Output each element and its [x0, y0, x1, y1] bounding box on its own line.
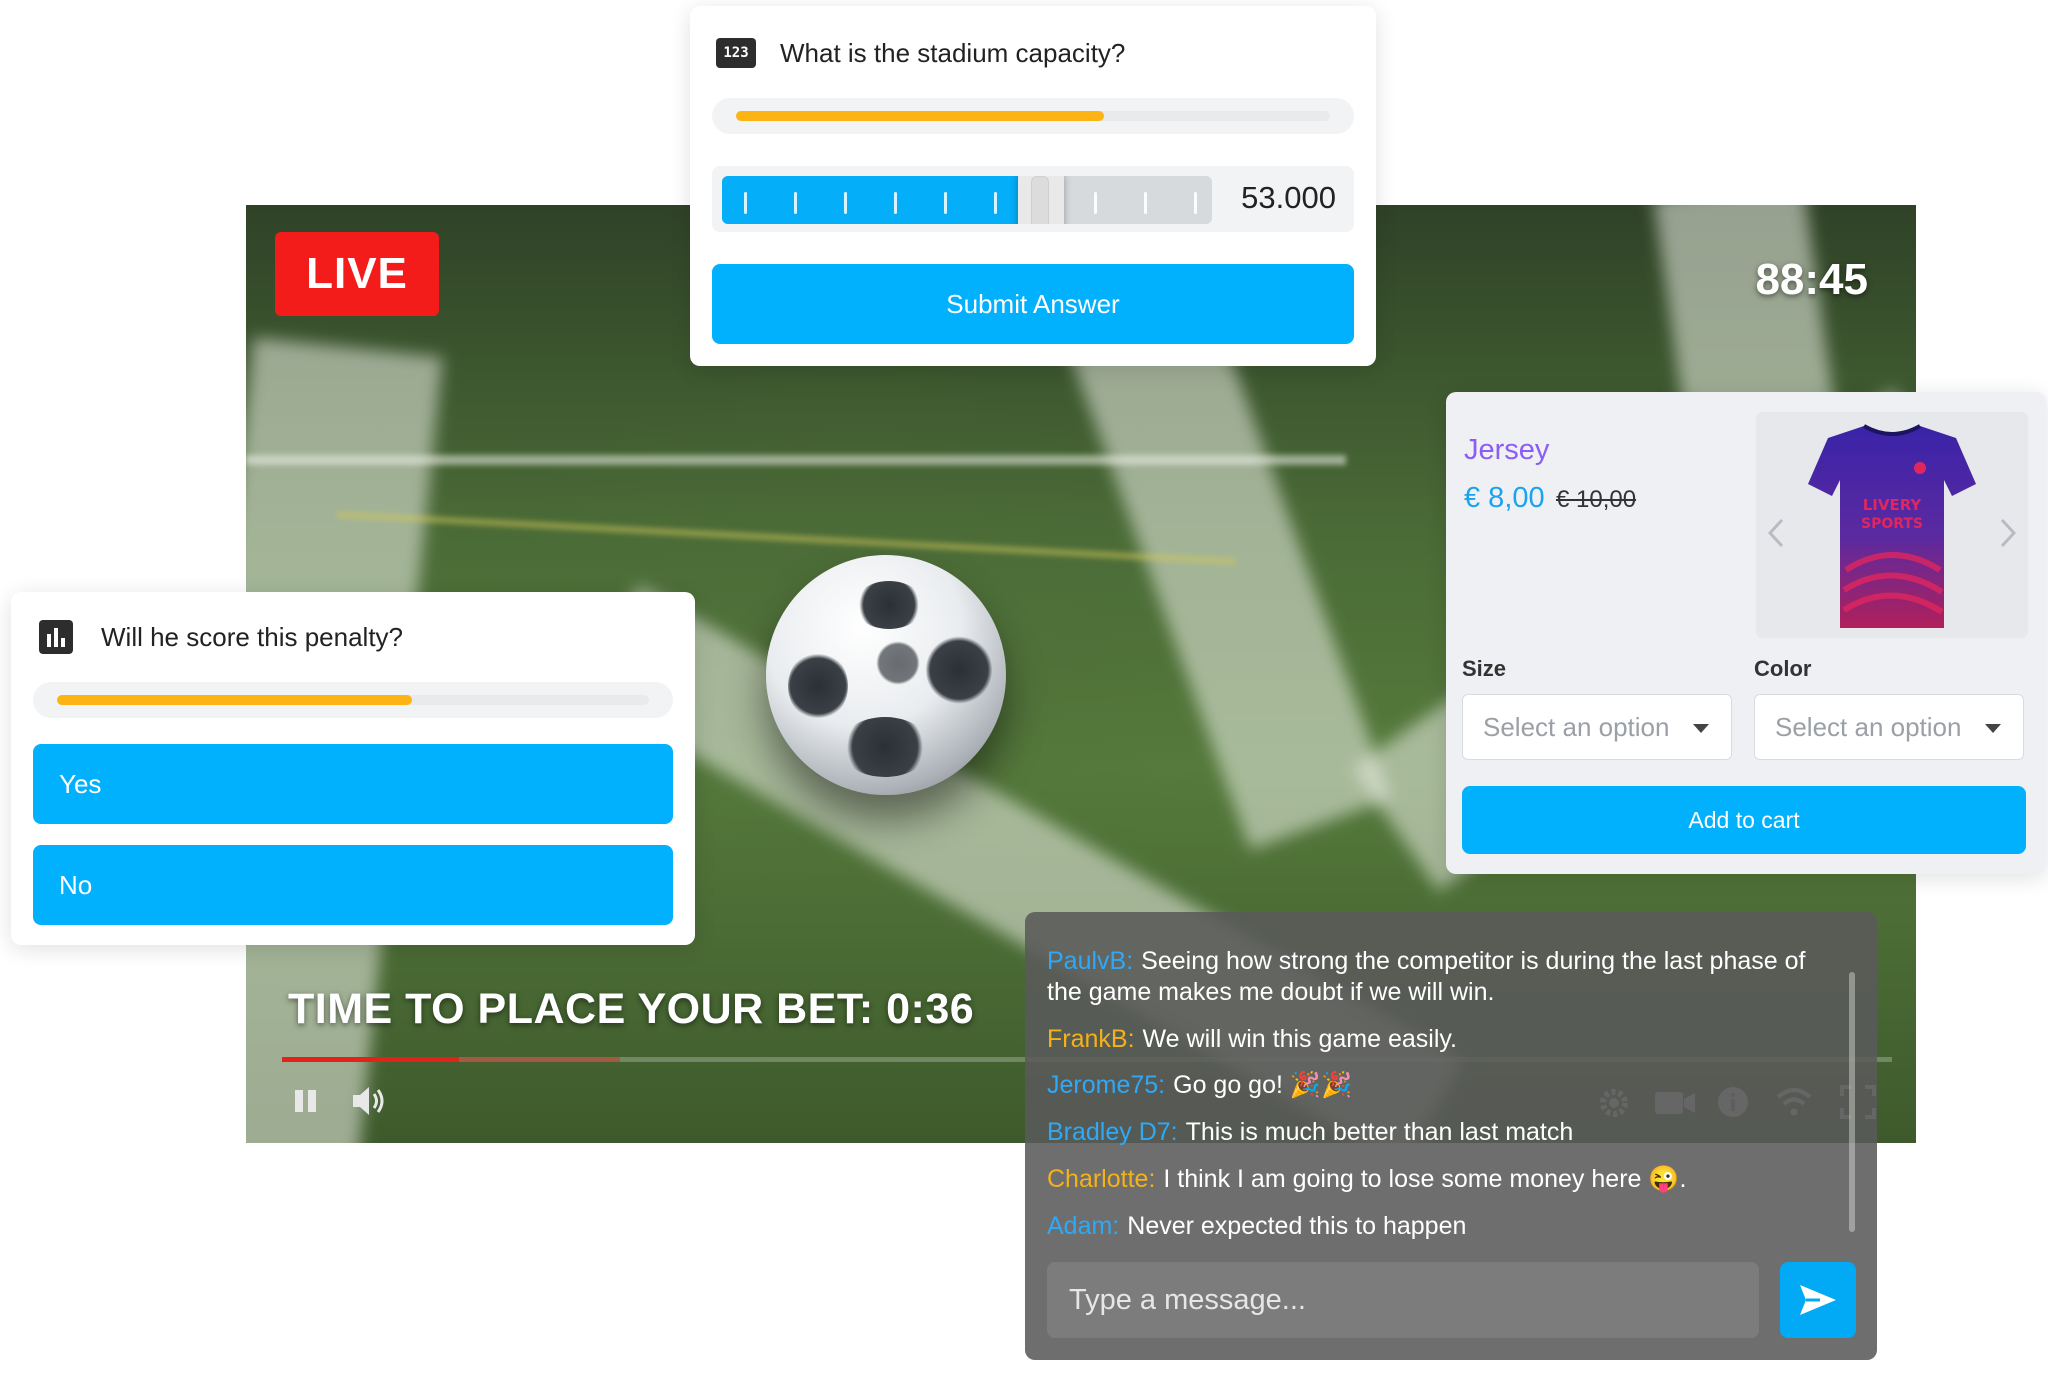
- chat-scrollbar[interactable]: [1849, 972, 1855, 1232]
- chat-message: Jerome75: Go go go! 🎉🎉: [1047, 1070, 1847, 1101]
- question-timer-fill: [736, 111, 1105, 121]
- question-title: What is the stadium capacity?: [780, 38, 1126, 68]
- volume-icon[interactable]: [351, 1084, 387, 1118]
- send-button[interactable]: [1780, 1262, 1856, 1338]
- penalty-question-card: Will he score this penalty? Yes No: [11, 592, 695, 945]
- chat-panel: PaulvB: Seeing how strong the competitor …: [1025, 912, 1877, 1360]
- slider-tick: [994, 192, 997, 214]
- slider-tick: [794, 192, 797, 214]
- chat-text: Go go go! 🎉🎉: [1173, 1071, 1353, 1099]
- capacity-slider-box: 53.000: [712, 166, 1354, 232]
- jersey-text-2: SPORTS: [1861, 516, 1923, 532]
- chat-message: Charlotte: I think I am going to lose som…: [1047, 1164, 1847, 1195]
- slider-handle[interactable]: [1018, 176, 1064, 224]
- question-timer-fill: [57, 695, 413, 705]
- chat-message: Adam: Never expected this to happen: [1047, 1211, 1847, 1242]
- chat-username[interactable]: Bradley D7:: [1047, 1118, 1178, 1146]
- chat-username[interactable]: FrankB:: [1047, 1025, 1135, 1053]
- chat-text: I think I am going to lose some money he…: [1163, 1165, 1687, 1193]
- match-timer: 88:45: [1755, 255, 1868, 304]
- chat-text: We will win this game easily.: [1142, 1025, 1457, 1053]
- chat-message: FrankB: We will win this game easily.: [1047, 1024, 1847, 1055]
- question-timer-bar: [33, 682, 673, 718]
- number-123-icon: 123: [716, 38, 756, 68]
- answer-yes-button[interactable]: Yes: [33, 744, 673, 824]
- jersey-text-1: LIVERY: [1863, 496, 1923, 514]
- chat-username[interactable]: Charlotte:: [1047, 1165, 1155, 1193]
- product-old-price: € 10,00: [1556, 486, 1637, 513]
- chevron-down-icon: [1693, 724, 1709, 733]
- slider-tick: [1094, 192, 1097, 214]
- product-card: Jersey € 8,00 € 10,00 LIVERY SPORTS Size…: [1446, 392, 2046, 874]
- slider-tick: [1194, 192, 1197, 214]
- answer-no-button[interactable]: No: [33, 845, 673, 925]
- chevron-down-icon: [1985, 724, 2001, 733]
- add-to-cart-button[interactable]: Add to cart: [1462, 786, 2026, 854]
- chat-text: This is much better than last match: [1185, 1118, 1574, 1146]
- football: [766, 555, 1006, 795]
- question-title: Will he score this penalty?: [101, 622, 404, 652]
- chat-text: Seeing how strong the competitor is duri…: [1047, 947, 1806, 1006]
- chat-message: Bradley D7: This is much better than last…: [1047, 1117, 1847, 1148]
- size-select-value: Select an option: [1483, 711, 1670, 742]
- product-image-carousel: LIVERY SPORTS: [1756, 412, 2028, 638]
- capacity-question-card: 123 What is the stadium capacity? 53.000…: [690, 6, 1376, 366]
- chat-username[interactable]: Jerome75:: [1047, 1071, 1165, 1099]
- chat-username[interactable]: Adam:: [1047, 1212, 1119, 1240]
- live-badge: LIVE: [275, 232, 439, 316]
- size-label: Size: [1462, 656, 1507, 681]
- product-price: € 8,00: [1464, 482, 1545, 514]
- submit-answer-button[interactable]: Submit Answer: [712, 264, 1354, 344]
- color-label: Color: [1754, 656, 1812, 681]
- pitch-line: [246, 455, 1346, 465]
- size-select[interactable]: Select an option: [1462, 694, 1732, 760]
- chat-message: PaulvB: Seeing how strong the competitor …: [1047, 946, 1847, 1008]
- send-icon: [1800, 1285, 1836, 1315]
- product-name: Jersey: [1464, 434, 1550, 466]
- pause-icon[interactable]: [293, 1088, 319, 1114]
- bar-chart-icon: [39, 620, 73, 654]
- slider-value: 53.000: [1241, 180, 1336, 215]
- chat-username[interactable]: PaulvB:: [1047, 947, 1133, 975]
- progress-played: [282, 1057, 460, 1062]
- slider-tick: [844, 192, 847, 214]
- chat-text: Never expected this to happen: [1127, 1212, 1467, 1240]
- slider-tick: [1144, 192, 1147, 214]
- jersey-image: LIVERY SPORTS: [1808, 424, 1976, 628]
- bet-countdown: TIME TO PLACE YOUR BET: 0:36: [288, 985, 975, 1033]
- capacity-slider[interactable]: [722, 176, 1212, 224]
- color-select[interactable]: Select an option: [1754, 694, 2024, 760]
- pitch-yellow-line: [336, 511, 1236, 565]
- chat-message-input[interactable]: [1047, 1262, 1759, 1338]
- chevron-right-icon[interactable]: [2000, 518, 2016, 548]
- slider-tick: [894, 192, 897, 214]
- slider-tick: [744, 192, 747, 214]
- slider-fill: [722, 176, 1026, 224]
- slider-tick: [944, 192, 947, 214]
- question-timer-bar: [712, 98, 1354, 134]
- color-select-value: Select an option: [1775, 711, 1962, 742]
- chevron-left-icon[interactable]: [1768, 518, 1784, 548]
